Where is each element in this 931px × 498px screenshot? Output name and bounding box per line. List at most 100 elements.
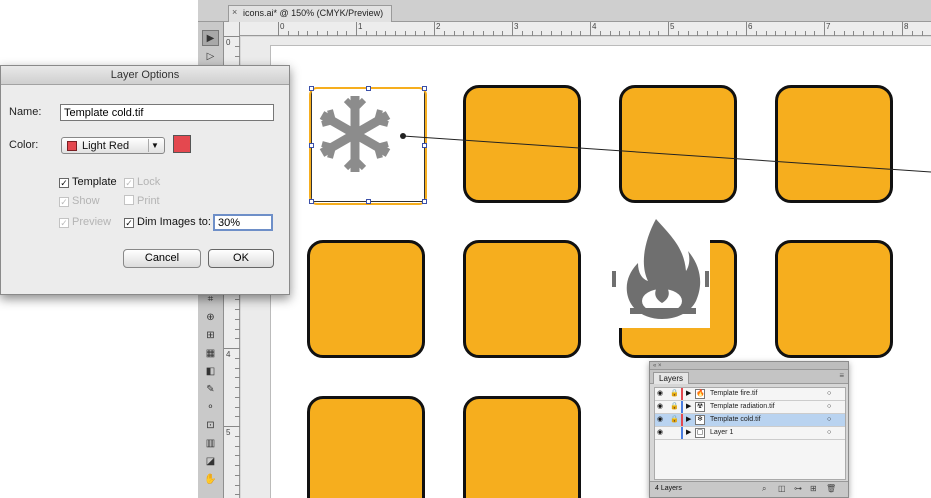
icon-tile[interactable] xyxy=(619,85,737,203)
hand-tool-icon[interactable]: ✋ xyxy=(202,472,219,488)
layer-row[interactable]: ◉ ▶ ▢ Layer 1 ○ xyxy=(655,427,845,440)
shape-builder-tool-icon[interactable]: ⊕ xyxy=(202,310,219,326)
ruler-tick xyxy=(434,22,435,36)
disclosure-triangle-icon[interactable]: ▶ xyxy=(686,416,691,424)
icon-tile[interactable] xyxy=(463,240,581,358)
cold-template-image[interactable] xyxy=(309,86,427,205)
target-circle-icon[interactable]: ○ xyxy=(827,390,831,397)
selection-handle[interactable] xyxy=(366,86,371,91)
artboard-tool-icon[interactable]: ⊡ xyxy=(202,418,219,434)
perspective-grid-tool-icon[interactable]: ⊞ xyxy=(202,328,219,344)
fire-template-image[interactable] xyxy=(610,213,710,328)
ruler-minor-tick xyxy=(833,31,835,36)
lock-icon[interactable]: 🔒 xyxy=(670,416,679,424)
new-layer-icon[interactable]: ⊞ xyxy=(810,484,817,493)
icon-tile[interactable] xyxy=(775,85,893,203)
disclosure-triangle-icon[interactable]: ▶ xyxy=(686,390,691,398)
layer-name: Template cold.tif xyxy=(710,416,761,423)
visibility-eye-icon[interactable]: ◉ xyxy=(657,416,665,424)
ruler-minor-tick xyxy=(814,31,816,36)
graph-tool-icon[interactable]: ▥ xyxy=(202,436,219,452)
ruler-minor-tick xyxy=(235,474,240,476)
ruler-minor-tick xyxy=(911,31,913,36)
disclosure-triangle-icon[interactable]: ▶ xyxy=(686,429,691,437)
ruler-tick xyxy=(590,22,591,36)
template-checkbox[interactable]: ✓ Template xyxy=(59,176,117,188)
ruler-minor-tick xyxy=(765,31,767,36)
color-swatch-button[interactable] xyxy=(173,135,191,153)
fire-icon: 🔥 xyxy=(695,389,705,399)
eyedropper-tool-icon[interactable]: ✎ xyxy=(202,382,219,398)
layers-tab[interactable]: Layers xyxy=(653,372,690,384)
ruler-minor-tick xyxy=(677,31,679,36)
icon-tile[interactable] xyxy=(307,240,425,358)
icon-tile[interactable] xyxy=(307,396,425,498)
close-tab-icon[interactable]: × xyxy=(232,7,237,17)
locate-object-icon[interactable]: ⌕ xyxy=(762,484,766,494)
layer-color-bar xyxy=(681,388,683,400)
new-sublayer-icon[interactable]: ⊶ xyxy=(794,484,802,493)
lock-icon[interactable]: 🔒 xyxy=(670,390,679,398)
lock-icon[interactable] xyxy=(670,429,678,437)
color-label: Color: xyxy=(9,139,39,151)
preview-checkbox[interactable]: ✓ Preview xyxy=(59,216,111,228)
selection-handle[interactable] xyxy=(422,199,427,204)
selection-tool-icon[interactable]: ▶ xyxy=(202,30,219,46)
ruler-minor-tick xyxy=(235,338,240,340)
ok-button[interactable]: OK xyxy=(208,249,274,268)
visibility-eye-icon[interactable]: ◉ xyxy=(657,390,665,398)
ruler-minor-tick xyxy=(317,31,318,36)
ruler-minor-tick xyxy=(336,31,338,36)
selection-handle[interactable] xyxy=(309,86,314,91)
icon-tile[interactable] xyxy=(463,396,581,498)
ruler-tick xyxy=(224,348,240,349)
layer-row[interactable]: ◉ 🔒 ▶ ❄ Template cold.tif ○ xyxy=(655,414,845,427)
symbol-sprayer-tool-icon[interactable]: ▦ xyxy=(202,346,219,362)
blend-tool-icon[interactable]: ⚬ xyxy=(202,400,219,416)
ruler-minor-tick xyxy=(570,31,572,36)
delete-layer-icon[interactable]: 🗑 xyxy=(826,484,836,493)
target-circle-icon[interactable]: ○ xyxy=(827,429,831,436)
disclosure-triangle-icon[interactable]: ▶ xyxy=(686,403,691,411)
ruler-minor-tick xyxy=(235,445,240,447)
gradient-tool-icon[interactable]: ◧ xyxy=(202,364,219,380)
target-circle-icon[interactable]: ○ xyxy=(827,416,831,423)
print-checkbox[interactable]: Print xyxy=(124,195,160,207)
selection-handle[interactable] xyxy=(309,143,314,148)
dim-percent-input[interactable] xyxy=(213,214,273,231)
template-checkbox-label: Template xyxy=(72,176,117,188)
color-dropdown[interactable]: Light Red ▼ xyxy=(61,137,165,154)
icon-tile[interactable] xyxy=(463,85,581,203)
ruler-tick xyxy=(278,22,279,36)
horizontal-ruler[interactable]: 0 1 2 3 4 5 6 7 8 xyxy=(240,22,931,36)
layer-row[interactable]: ◉ 🔒 ▶ 🔥 Template fire.tif ○ xyxy=(655,388,845,401)
layer-row[interactable]: ◉ 🔒 ▶ ☢ Template radiation.tif ○ xyxy=(655,401,845,414)
panel-collapse-bar[interactable]: « × xyxy=(650,362,848,370)
selection-handle[interactable] xyxy=(366,199,371,204)
ruler-minor-tick xyxy=(235,406,240,408)
icon-tile[interactable] xyxy=(775,240,893,358)
ruler-number: 3 xyxy=(514,22,519,31)
selection-handle[interactable] xyxy=(422,143,427,148)
layer-name-input[interactable] xyxy=(60,104,274,121)
selection-handle[interactable] xyxy=(422,86,427,91)
panel-menu-icon[interactable]: ≡ xyxy=(839,371,844,380)
document-tab[interactable]: × icons.ai* @ 150% (CMYK/Preview) xyxy=(228,5,393,22)
ruler-minor-tick xyxy=(502,31,504,36)
visibility-eye-icon[interactable]: ◉ xyxy=(657,429,665,437)
lock-checkbox[interactable]: ✓ Lock xyxy=(124,176,160,188)
ruler-minor-tick xyxy=(235,396,240,398)
show-checkbox[interactable]: ✓ Show xyxy=(59,195,100,207)
target-circle-icon[interactable]: ○ xyxy=(827,403,831,410)
lock-icon[interactable]: 🔒 xyxy=(670,403,679,411)
cancel-button[interactable]: Cancel xyxy=(123,249,201,268)
visibility-eye-icon[interactable]: ◉ xyxy=(657,403,665,411)
dim-images-checkbox[interactable]: ✓ Dim Images to: xyxy=(124,216,211,228)
ruler-minor-tick xyxy=(697,31,699,36)
direct-selection-tool-icon[interactable]: ▷ xyxy=(202,49,219,65)
slice-tool-icon[interactable]: ◪ xyxy=(202,454,219,470)
selection-handle[interactable] xyxy=(309,199,314,204)
color-dropdown-value: Light Red xyxy=(82,140,130,152)
ruler-number: 5 xyxy=(670,22,675,31)
make-clipping-mask-icon[interactable]: ◫ xyxy=(778,484,786,493)
